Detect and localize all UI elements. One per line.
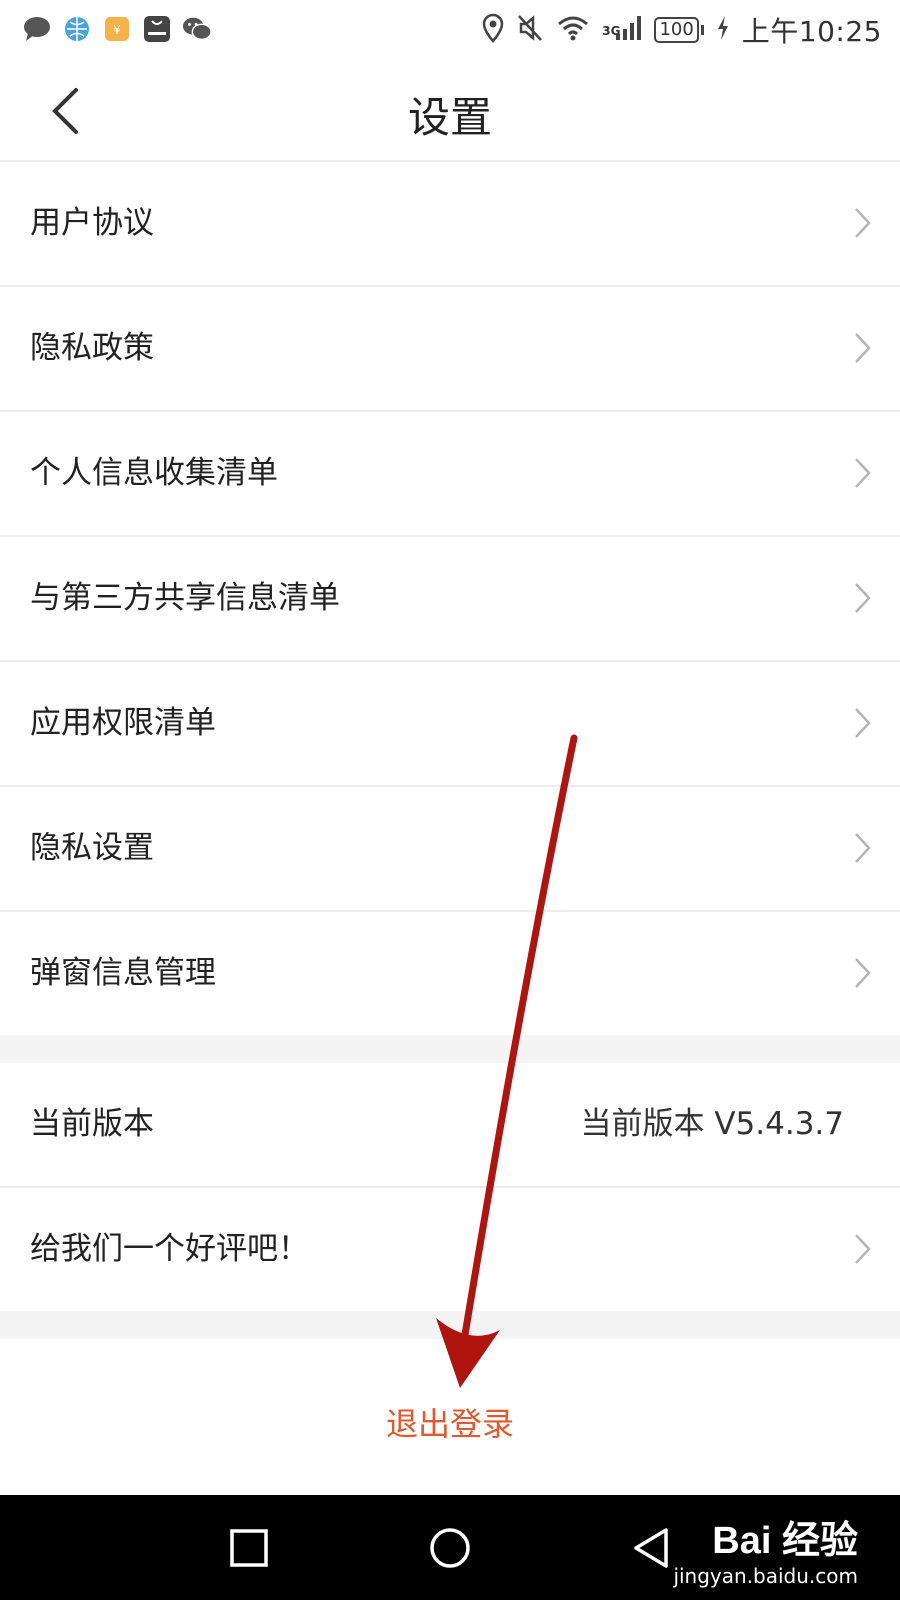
settings-item-label: 个人信息收集清单: [30, 455, 278, 491]
wallet-icon: ¥: [102, 14, 132, 44]
settings-list: 用户协议 隐私政策 个人信息收集清单 与第三方共享信息清单 应用权限清单 隐私设…: [0, 162, 900, 1339]
charging-icon: [716, 15, 730, 45]
settings-item-label: 给我们一个好评吧！: [30, 1231, 309, 1267]
settings-item-label: 隐私设置: [30, 830, 154, 866]
settings-item-third-party-sharing[interactable]: 与第三方共享信息清单: [0, 537, 900, 662]
location-icon: [482, 13, 504, 47]
section-divider: [0, 1311, 900, 1339]
chevron-right-icon: [855, 708, 871, 738]
status-bar: ¥ 3G 100 上午10:25: [0, 0, 900, 62]
logout-section: 退出登录: [0, 1365, 900, 1495]
mute-icon: [516, 13, 544, 47]
watermark-url: jingyan.baidu.com: [673, 1564, 858, 1588]
wechat-icon: [182, 14, 212, 44]
section-divider: [0, 1035, 900, 1063]
settings-item-popup-management[interactable]: 弹窗信息管理: [0, 912, 900, 1035]
network-type: 3G: [602, 24, 621, 38]
settings-item-label: 隐私政策: [30, 330, 154, 366]
settings-item-rate-us[interactable]: 给我们一个好评吧！: [0, 1188, 900, 1311]
wifi-icon: [556, 14, 590, 46]
clock: 上午10:25: [741, 15, 882, 48]
logout-button[interactable]: 退出登录: [386, 1399, 514, 1445]
version-label: 当前版本: [30, 1106, 154, 1142]
settings-item-label: 用户协议: [30, 205, 154, 241]
browser-icon: [62, 14, 92, 44]
watermark-main: Bai 经验: [712, 1520, 858, 1562]
settings-item-label: 应用权限清单: [30, 705, 216, 741]
chevron-right-icon: [855, 1234, 871, 1264]
settings-item-user-agreement[interactable]: 用户协议: [0, 162, 900, 287]
svg-text:¥: ¥: [113, 23, 121, 37]
chevron-right-icon: [855, 458, 871, 488]
chevron-right-icon: [855, 833, 871, 863]
square-icon[interactable]: [226, 1525, 272, 1571]
huawei-icon: [142, 14, 172, 44]
chevron-right-icon: [855, 208, 871, 238]
settings-item-current-version: 当前版本 当前版本 V5.4.3.7: [0, 1063, 900, 1188]
system-nav-bar: Bai 经验 jingyan.baidu.com: [0, 1495, 900, 1600]
chevron-right-icon: [855, 333, 871, 363]
settings-item-label: 与第三方共享信息清单: [30, 580, 340, 616]
message-icon: [22, 14, 52, 44]
app-header: 设置: [0, 62, 900, 162]
baidu-watermark: Bai 经验 jingyan.baidu.com: [673, 1509, 858, 1588]
chevron-right-icon: [855, 958, 871, 988]
page-title: 设置: [407, 93, 492, 142]
settings-item-label: 弹窗信息管理: [30, 955, 216, 991]
battery-icon: 100: [654, 17, 704, 43]
triangle-back-icon[interactable]: [628, 1525, 674, 1571]
settings-item-privacy-settings[interactable]: 隐私设置: [0, 787, 900, 912]
system-status: 3G 100 上午10:25: [482, 10, 882, 50]
circle-icon[interactable]: [427, 1525, 473, 1571]
notification-icons: ¥: [22, 14, 212, 44]
settings-item-app-permissions[interactable]: 应用权限清单: [0, 662, 900, 787]
battery-level: 100: [654, 17, 699, 43]
version-value: 当前版本 V5.4.3.7: [580, 1106, 844, 1142]
settings-item-privacy-policy[interactable]: 隐私政策: [0, 287, 900, 412]
chevron-right-icon: [855, 583, 871, 613]
settings-item-personal-info-list[interactable]: 个人信息收集清单: [0, 412, 900, 537]
